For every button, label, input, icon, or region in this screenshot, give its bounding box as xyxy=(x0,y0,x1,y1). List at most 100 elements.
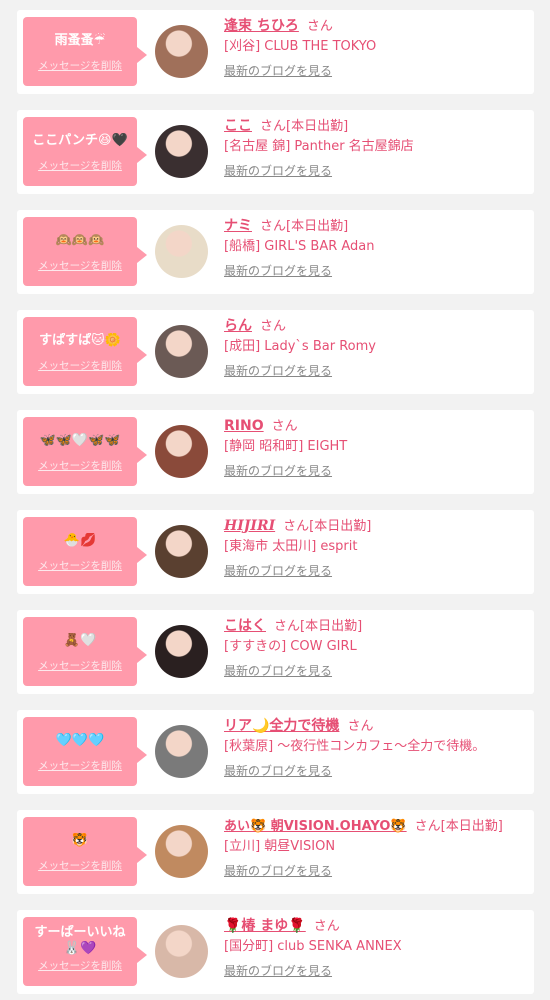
message-text: すーぱーいいね🐰💜 xyxy=(34,925,126,956)
message-text: すぱすぱ🐱🌼 xyxy=(39,333,121,348)
honorific: さん xyxy=(260,219,287,234)
cast-info: こはく さん[本日出勤] [すすきの] COW GIRL 最新のブログを見る xyxy=(224,614,530,679)
cast-info: らん さん [成田] Lady`s Bar Romy 最新のブログを見る xyxy=(224,314,530,379)
delete-message-link[interactable]: メッセージを削除 xyxy=(23,558,137,573)
latest-blog-link[interactable]: 最新のブログを見る xyxy=(224,862,332,879)
delete-message-link[interactable]: メッセージを削除 xyxy=(23,358,137,373)
message-bubble: ここパンチ😆🖤 メッセージを削除 xyxy=(23,117,147,186)
shop-name: [立川] 朝昼VISION xyxy=(224,839,336,854)
cast-info: あい🐯 朝VISION.OHAYO🐯 さん[本日出勤] [立川] 朝昼VISION… xyxy=(224,814,530,879)
cast-info: リア🌙全力で待機 さん [秋葉原] 〜夜行性コンカフェ〜全力で待機。 最新のブログ… xyxy=(224,714,530,779)
delete-message-link[interactable]: メッセージを削除 xyxy=(23,158,137,173)
status-badge: [本日出勤] xyxy=(300,619,363,634)
honorific: さん xyxy=(414,819,441,834)
cast-info: ここ さん[本日出勤] [名古屋 錦] Panther 名古屋錦店 最新のブログを… xyxy=(224,114,530,179)
list-item: 🐣💋 メッセージを削除 HIJIRI さん[本日出勤] [東海市 太田川] esp… xyxy=(17,510,534,594)
message-text: 🧸🤍 xyxy=(63,633,97,648)
delete-message-link[interactable]: メッセージを削除 xyxy=(23,958,137,973)
latest-blog-link[interactable]: 最新のブログを見る xyxy=(224,262,332,279)
shop-name: [成田] Lady`s Bar Romy xyxy=(224,339,376,354)
message-text: 🙉🙉🙉 xyxy=(55,233,105,248)
cast-name-link[interactable]: あい🐯 朝VISION.OHAYO🐯 xyxy=(224,819,407,834)
avatar[interactable] xyxy=(155,225,208,278)
message-bubble: 🧸🤍 メッセージを削除 xyxy=(23,617,147,686)
cast-name-link[interactable]: 逢束 ちひろ xyxy=(224,18,299,34)
message-bubble: 🩵🩵🩵 メッセージを削除 xyxy=(23,717,147,786)
delete-message-link[interactable]: メッセージを削除 xyxy=(23,458,137,473)
avatar[interactable] xyxy=(155,825,208,878)
list-item: 🙉🙉🙉 メッセージを削除 ナミ さん[本日出勤] [船橋] GIRL'S BAR … xyxy=(17,210,534,294)
cast-info: 逢束 ちひろ さん [刈谷] CLUB THE TOKYO 最新のブログを見る xyxy=(224,14,530,79)
delete-message-link[interactable]: メッセージを削除 xyxy=(23,58,137,73)
list-item: 🐯 メッセージを削除 あい🐯 朝VISION.OHAYO🐯 さん[本日出勤] [立… xyxy=(17,810,534,894)
list-item: 🩵🩵🩵 メッセージを削除 リア🌙全力で待機 さん [秋葉原] 〜夜行性コンカフェ〜… xyxy=(17,710,534,794)
message-text: 🩵🩵🩵 xyxy=(55,733,105,748)
shop-name: [刈谷] CLUB THE TOKYO xyxy=(224,39,377,54)
delete-message-link[interactable]: メッセージを削除 xyxy=(23,658,137,673)
avatar[interactable] xyxy=(155,925,208,978)
avatar[interactable] xyxy=(155,725,208,778)
latest-blog-link[interactable]: 最新のブログを見る xyxy=(224,62,332,79)
honorific: さん xyxy=(313,919,340,934)
delete-message-link[interactable]: メッセージを削除 xyxy=(23,858,137,873)
cast-name-link[interactable]: こはく xyxy=(224,618,266,634)
cast-name-link[interactable]: HIJIRI xyxy=(224,518,275,534)
list-item: ここパンチ😆🖤 メッセージを削除 ここ さん[本日出勤] [名古屋 錦] Pant… xyxy=(17,110,534,194)
honorific: さん xyxy=(347,719,374,734)
status-badge: [本日出勤] xyxy=(309,519,372,534)
message-text: 🐯 xyxy=(71,833,89,848)
honorific: さん xyxy=(271,419,298,434)
avatar[interactable] xyxy=(155,325,208,378)
delete-message-link[interactable]: メッセージを削除 xyxy=(23,758,137,773)
status-badge: [本日出勤] xyxy=(440,819,503,834)
shop-name: [秋葉原] 〜夜行性コンカフェ〜全力で待機。 xyxy=(224,739,486,754)
latest-blog-link[interactable]: 最新のブログを見る xyxy=(224,162,332,179)
shop-name: [名古屋 錦] Panther 名古屋錦店 xyxy=(224,139,414,154)
latest-blog-link[interactable]: 最新のブログを見る xyxy=(224,962,332,979)
cast-name-link[interactable]: ここ xyxy=(224,118,252,134)
message-text: 🦋🦋🤍🦋🦋 xyxy=(39,433,121,448)
list-item: すぱすぱ🐱🌼 メッセージを削除 らん さん [成田] Lady`s Bar Rom… xyxy=(17,310,534,394)
cast-name-link[interactable]: リア🌙全力で待機 xyxy=(224,718,339,734)
message-text: 雨蚤蚤☔ xyxy=(54,33,106,48)
message-bubble: 🐯 メッセージを削除 xyxy=(23,817,147,886)
status-badge: [本日出勤] xyxy=(286,219,349,234)
avatar[interactable] xyxy=(155,425,208,478)
cast-name-link[interactable]: ナミ xyxy=(224,218,252,234)
cast-name-link[interactable]: RINO xyxy=(224,418,264,434)
avatar[interactable] xyxy=(155,525,208,578)
message-bubble: 雨蚤蚤☔ メッセージを削除 xyxy=(23,17,147,86)
honorific: さん xyxy=(260,119,287,134)
latest-blog-link[interactable]: 最新のブログを見る xyxy=(224,562,332,579)
list-item: すーぱーいいね🐰💜 メッセージを削除 🌹椿 まゆ🌹 さん [国分町] club S… xyxy=(17,910,534,994)
message-bubble: 🙉🙉🙉 メッセージを削除 xyxy=(23,217,147,286)
shop-name: [国分町] club SENKA ANNEX xyxy=(224,939,402,954)
latest-blog-link[interactable]: 最新のブログを見る xyxy=(224,662,332,679)
message-text: 🐣💋 xyxy=(63,533,97,548)
avatar[interactable] xyxy=(155,125,208,178)
latest-blog-link[interactable]: 最新のブログを見る xyxy=(224,762,332,779)
list-item: 🧸🤍 メッセージを削除 こはく さん[本日出勤] [すすきの] COW GIRL … xyxy=(17,610,534,694)
cast-name-link[interactable]: 🌹椿 まゆ🌹 xyxy=(224,918,306,934)
delete-message-link[interactable]: メッセージを削除 xyxy=(23,258,137,273)
list-item: 🦋🦋🤍🦋🦋 メッセージを削除 RINO さん [静岡 昭和町] EIGHT 最新の… xyxy=(17,410,534,494)
message-bubble: 🦋🦋🤍🦋🦋 メッセージを削除 xyxy=(23,417,147,486)
shop-name: [すすきの] COW GIRL xyxy=(224,639,357,654)
message-bubble: 🐣💋 メッセージを削除 xyxy=(23,517,147,586)
message-bubble: すーぱーいいね🐰💜 メッセージを削除 xyxy=(23,917,147,986)
latest-blog-link[interactable]: 最新のブログを見る xyxy=(224,362,332,379)
honorific: さん xyxy=(274,619,301,634)
honorific: さん xyxy=(306,19,333,34)
cast-info: HIJIRI さん[本日出勤] [東海市 太田川] esprit 最新のブログを見… xyxy=(224,514,530,579)
cast-info: ナミ さん[本日出勤] [船橋] GIRL'S BAR Adan 最新のブログを見… xyxy=(224,214,530,279)
avatar[interactable] xyxy=(155,25,208,78)
message-bubble: すぱすぱ🐱🌼 メッセージを削除 xyxy=(23,317,147,386)
cast-name-link[interactable]: らん xyxy=(224,318,252,334)
shop-name: [静岡 昭和町] EIGHT xyxy=(224,439,348,454)
shop-name: [船橋] GIRL'S BAR Adan xyxy=(224,239,375,254)
message-text: ここパンチ😆🖤 xyxy=(32,133,128,148)
latest-blog-link[interactable]: 最新のブログを見る xyxy=(224,462,332,479)
honorific: さん xyxy=(283,519,310,534)
avatar[interactable] xyxy=(155,625,208,678)
honorific: さん xyxy=(260,319,287,334)
